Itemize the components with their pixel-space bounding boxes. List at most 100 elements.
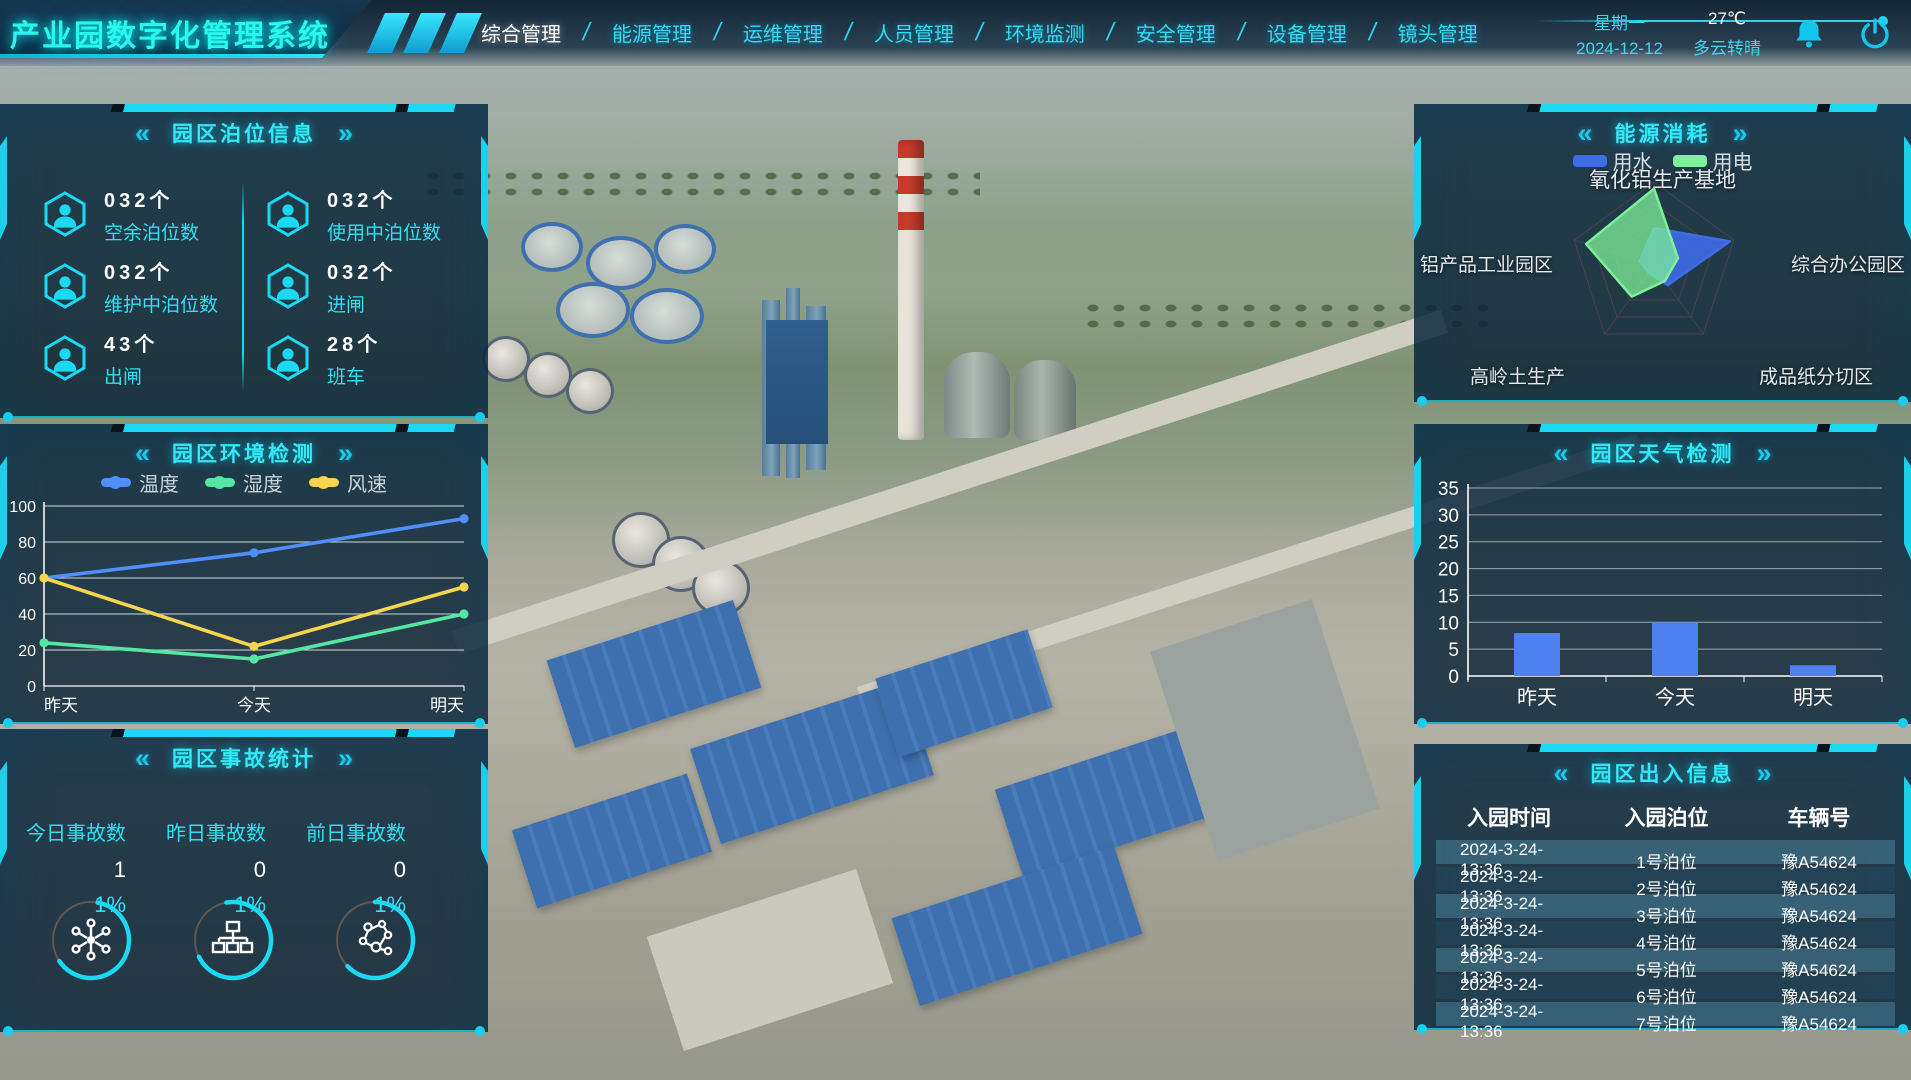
column-divider (242, 184, 244, 390)
app-title: 产业园数字化管理系统 (10, 11, 330, 55)
stat-label: 今日事故数 (8, 817, 126, 846)
cell-plate: 豫A54624 (1749, 929, 1889, 954)
panel-title: 园区出入信息 (1591, 758, 1735, 788)
accident-gauges (48, 897, 418, 983)
panel-next-icon[interactable]: » (1757, 760, 1772, 787)
legend-windspeed[interactable]: 风速 (309, 468, 387, 497)
svg-text:25: 25 (1438, 533, 1459, 554)
panel-bottom-line (1421, 400, 1904, 402)
panel-top-bar (0, 729, 488, 737)
table-header: 入园时间 入园泊位 车辆号 (1434, 802, 1893, 832)
stat-label: 使用中泊位数 (327, 218, 441, 245)
panel-weather-monitor: « 园区天气检测 » 05101520253035昨天今天明天 (1414, 424, 1911, 724)
panel-next-icon[interactable]: » (338, 120, 353, 147)
panel-title: 能源消耗 (1615, 118, 1711, 148)
environment-line-chart: 020406080100昨天今天明天 (4, 494, 484, 720)
stat-value: 0 (288, 857, 406, 883)
panel-prev-icon[interactable]: « (135, 440, 150, 467)
panel-prev-icon[interactable]: « (1553, 440, 1568, 467)
bell-icon[interactable] (1791, 16, 1827, 52)
cell-berth: 3号泊位 (1584, 902, 1749, 927)
nav-item-energy[interactable]: 能源管理 (599, 18, 705, 47)
scene-warehouse (892, 846, 1143, 1006)
svg-text:20: 20 (18, 643, 36, 660)
table-row[interactable]: 2024-3-24-13:36 1号泊位 豫A54624 (1436, 840, 1895, 864)
panel-top-bar (1414, 744, 1911, 752)
panel-next-icon[interactable]: » (1757, 440, 1772, 467)
svg-text:15: 15 (1438, 586, 1459, 607)
panel-top-bar (0, 424, 488, 432)
panel-corner-right (481, 761, 488, 865)
svg-text:80: 80 (18, 535, 36, 552)
weather-bar-chart: 05101520253035昨天今天明天 (1420, 472, 1904, 720)
scene-flat-roof (647, 869, 893, 1051)
panel-title-row: « 园区出入信息 » (1414, 758, 1911, 788)
panel-title-row: « 园区环境检测 » (0, 438, 488, 468)
panel-prev-icon[interactable]: « (1553, 760, 1568, 787)
scene-tree-row (420, 168, 980, 204)
legend-marker (205, 478, 235, 487)
molecule-icon (332, 897, 418, 983)
panel-bottom-line (7, 416, 481, 418)
legend-temperature[interactable]: 温度 (101, 468, 179, 497)
nav-item-safety[interactable]: 安全管理 (1123, 18, 1229, 47)
nav-item-operations[interactable]: 运维管理 (730, 18, 836, 47)
parking-stats-grid: 032个 空余泊位数 032个 使用中泊位数 032个 维护中泊位数 032个 … (0, 168, 488, 400)
hexagon-user-icon (42, 335, 88, 381)
stat-value: 0 (148, 857, 266, 883)
cell-plate: 豫A54624 (1749, 983, 1889, 1008)
svg-text:35: 35 (1438, 479, 1459, 500)
main-nav: 综合管理 / 能源管理 / 运维管理 / 人员管理 / 环境监测 / 安全管理 … (468, 0, 1491, 64)
date-block: 星期一 2024-12-12 (1576, 9, 1663, 59)
scene-storage-tank (566, 368, 614, 414)
panel-title-row: « 园区事故统计 » (0, 743, 488, 773)
scene-plant-building (766, 320, 828, 444)
panel-prev-icon[interactable]: « (135, 745, 150, 772)
panel-entry-exit-info: « 园区出入信息 » 入园时间 入园泊位 车辆号 2024-3-24-13:36… (1414, 744, 1911, 1030)
nav-separator: / (1357, 18, 1387, 47)
col-entry-time: 入园时间 (1434, 802, 1584, 832)
panel-title-row: « 能源消耗 » (1414, 118, 1911, 148)
nav-item-environment[interactable]: 环境监测 (992, 18, 1098, 47)
nav-item-camera[interactable]: 镜头管理 (1385, 18, 1491, 47)
svg-text:20: 20 (1438, 560, 1459, 581)
nav-item-personnel[interactable]: 人员管理 (861, 18, 967, 47)
legend-humidity[interactable]: 湿度 (205, 468, 283, 497)
svg-text:40: 40 (18, 607, 36, 624)
nav-separator: / (571, 18, 601, 47)
nav-item-comprehensive[interactable]: 综合管理 (468, 18, 574, 47)
stat-value: 032个 (104, 256, 218, 285)
scene-storage-tank (482, 336, 530, 382)
weather-label: 多云转晴 (1693, 34, 1761, 59)
stat-value: 1 (8, 857, 126, 883)
scene-cooling-tower (944, 352, 1010, 438)
panel-next-icon[interactable]: » (338, 745, 353, 772)
header-right-cluster: 星期一 2024-12-12 27℃ 多云转晴 (1576, 4, 1893, 64)
nav-separator: / (1226, 18, 1256, 47)
panel-top-bar (1414, 424, 1911, 432)
svg-text:昨天: 昨天 (44, 696, 78, 715)
scene-chimney (898, 140, 924, 440)
legend-label: 温度 (139, 468, 179, 497)
hexagon-user-icon (265, 263, 311, 309)
panel-prev-icon[interactable]: « (1577, 120, 1592, 147)
panel-next-icon[interactable]: » (1733, 120, 1748, 147)
scene-storage-tank (524, 352, 572, 398)
legend-marker (309, 478, 339, 487)
cell-plate: 豫A54624 (1749, 1010, 1889, 1035)
parking-stat-gate-in: 032个 进闸 (265, 250, 488, 322)
panel-corner-left (0, 761, 7, 865)
panel-corner-right (1904, 456, 1911, 560)
panel-prev-icon[interactable]: « (135, 120, 150, 147)
parking-stat-gate-out: 43个 出闸 (42, 322, 265, 394)
stripe-decoration (403, 13, 446, 53)
cell-berth: 5号泊位 (1584, 956, 1749, 981)
power-icon[interactable] (1857, 16, 1893, 52)
scene-warehouse (547, 600, 762, 748)
nav-item-equipment[interactable]: 设备管理 (1254, 18, 1360, 47)
hexagon-user-icon (265, 191, 311, 237)
stat-label: 出闸 (104, 362, 158, 389)
header-stripes (376, 13, 473, 53)
panel-next-icon[interactable]: » (338, 440, 353, 467)
cell-berth: 7号泊位 (1584, 1010, 1749, 1035)
